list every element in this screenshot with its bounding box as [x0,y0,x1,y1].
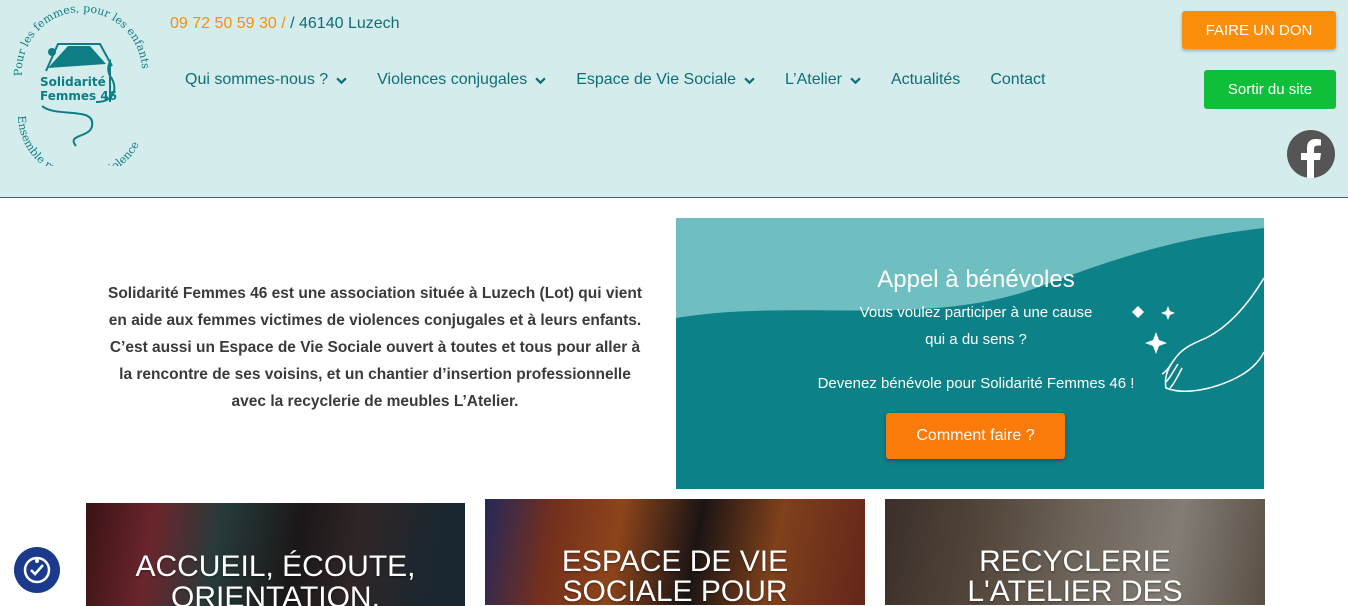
how-to-button[interactable]: Comment faire ? [886,413,1065,459]
site-header: Pour les femmes, pour les enfants, Ensem… [0,0,1348,198]
intro-line: en aide aux femmes victimes de violences… [108,312,642,329]
nav-label: Violences conjugales [377,71,528,88]
nav-item-qui-sommes-nous[interactable]: Qui sommes-nous ? [185,70,347,90]
intro-text: Solidarité Femmes 46 est une association… [92,280,658,415]
nav-item-latelier[interactable]: L’Atelier [785,70,861,90]
facebook-icon[interactable] [1287,130,1335,178]
logo-arc-bottom: Ensemble refusons la violence [15,115,142,166]
card-espace-vie-sociale[interactable]: ESPACE DE VIE SOCIALE POUR [485,499,865,605]
volunteer-banner: Appel à bénévoles Vous voulez participer… [676,218,1264,489]
phone-number[interactable]: 09 72 50 59 30 / [170,15,286,32]
nav-label: L’Atelier [785,71,842,88]
chevron-down-icon [744,77,755,84]
card-recyclerie[interactable]: RECYCLERIE L'ATELIER DES [885,499,1265,605]
nav-item-contact[interactable]: Contact [990,70,1045,90]
accessibility-button[interactable] [14,547,60,593]
nav-label: Qui sommes-nous ? [185,71,329,88]
nav-label: Contact [990,71,1046,88]
accessibility-icon [23,556,51,584]
city-address: / 46140 Luzech [290,15,400,32]
nav-item-violences-conjugales[interactable]: Violences conjugales [377,70,546,90]
intro-line: C’est aussi un Espace de Vie Sociale ouv… [109,339,641,356]
donate-button[interactable]: FAIRE UN DON [1182,11,1336,49]
chevron-down-icon [336,77,347,84]
card-title-line2: SOCIALE POUR [562,575,788,605]
svg-text:Ensemble refusons la violence: Ensemble refusons la violence [15,115,142,166]
intro-line: avec la recyclerie de meubles L’Atelier. [231,393,519,410]
card-accueil[interactable]: ACCUEIL, ÉCOUTE, ORIENTATION, [86,503,465,606]
contact-line: 09 72 50 59 30 / / 46140 Luzech [170,15,400,33]
helping-hand-icon [1132,277,1264,392]
card-title-line1: RECYCLERIE [979,545,1171,578]
logo-name-line1: Solidarité [40,75,106,89]
chevron-down-icon [850,77,861,84]
logo-name-line2: Femmes 46 [40,89,117,103]
card-title-line1: ACCUEIL, ÉCOUTE, [135,550,416,583]
intro-line: la rencontre de ses voisins, et un chant… [119,366,631,383]
nav-label: Actualités [890,71,961,88]
nav-item-actualites[interactable]: Actualités [891,70,960,90]
exit-site-button[interactable]: Sortir du site [1204,70,1336,109]
card-title-line2: L'ATELIER DES [967,575,1183,605]
main-nav: Qui sommes-nous ? Violences conjugales E… [185,70,1045,90]
chevron-down-icon [535,77,546,84]
card-title-line2: ORIENTATION, [171,581,380,606]
card-title-line1: ESPACE DE VIE [561,545,789,578]
nav-label: Espace de Vie Sociale [576,71,737,88]
nav-item-espace-de-vie-sociale[interactable]: Espace de Vie Sociale [576,70,755,90]
site-logo[interactable]: Pour les femmes, pour les enfants, Ensem… [6,6,156,166]
intro-line: Solidarité Femmes 46 est une association… [107,285,643,302]
